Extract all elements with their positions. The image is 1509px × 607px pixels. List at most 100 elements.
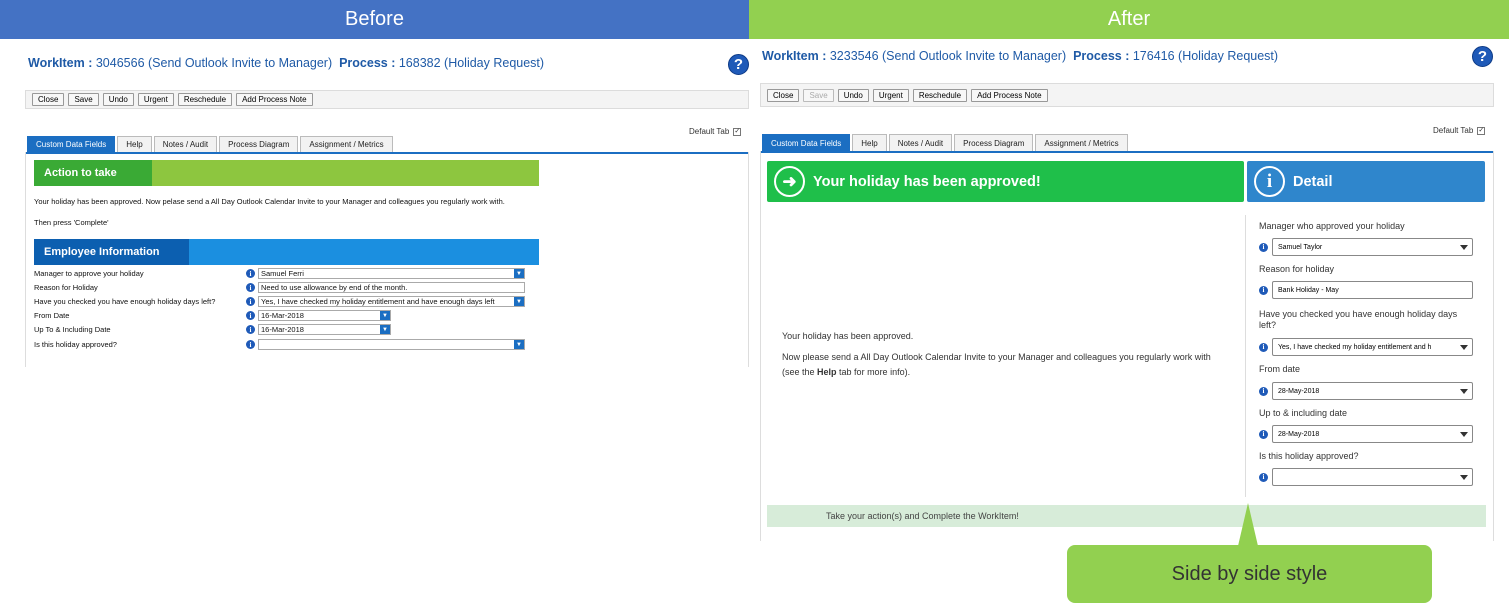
before-tab-notes-audit[interactable]: Notes / Audit (153, 136, 218, 152)
after-save-button[interactable]: Save (803, 88, 834, 102)
before-right-border (748, 152, 749, 367)
before-reason-input[interactable]: Need to use allowance by end of the mont… (258, 282, 525, 293)
after-manager-select[interactable]: Samuel Taylor (1272, 238, 1473, 256)
before-left-border (25, 152, 26, 367)
before-default-tab: Default Tab ✓ (689, 127, 742, 136)
chevron-down-icon (1460, 475, 1468, 480)
after-left-border (760, 151, 761, 541)
after-field-label: Manager who approved your holiday (1259, 221, 1405, 231)
callout-box: Side by side style (1067, 545, 1432, 603)
before-info-icon[interactable]: i (246, 297, 255, 306)
after-info-icon[interactable]: i (1259, 386, 1268, 396)
before-add-process-note-button[interactable]: Add Process Note (236, 93, 313, 106)
before-undo-button[interactable]: Undo (102, 93, 134, 106)
after-field-label: Is this holiday approved? (1259, 451, 1359, 461)
after-detail-heading: i Detail (1247, 161, 1485, 202)
callout-pointer (1238, 503, 1258, 546)
before-info-icon[interactable]: i (246, 325, 255, 334)
after-reschedule-button[interactable]: Reschedule (912, 88, 968, 102)
before-to-date-select[interactable]: 16-Mar-2018 ▼ (258, 324, 391, 335)
before-workitem-title: WorkItem : 3046566 (Send Outlook Invite … (28, 56, 545, 70)
before-action-text: Your holiday has been approved. Now pela… (34, 197, 505, 206)
after-checked-select[interactable]: Yes, I have checked my holiday entitleme… (1272, 338, 1473, 356)
after-urgent-button[interactable]: Urgent (872, 88, 909, 102)
after-footer-message: Take your action(s) and Complete the Wor… (767, 505, 1486, 527)
before-action-heading: Action to take (34, 160, 539, 186)
after-tab-custom-data-fields[interactable]: Custom Data Fields (762, 134, 851, 151)
after-tab-help[interactable]: Help (852, 134, 887, 151)
after-info-icon[interactable]: i (1259, 472, 1268, 482)
after-info-icon[interactable]: i (1259, 242, 1268, 252)
chevron-down-icon (1460, 432, 1468, 437)
before-from-date-select[interactable]: 16-Mar-2018 ▼ (258, 310, 391, 321)
chevron-down-icon (1460, 245, 1468, 250)
after-message-2: Now please send a All Day Outlook Calend… (782, 352, 1211, 377)
after-message-1: Your holiday has been approved. (782, 331, 914, 341)
chevron-down-icon: ▼ (514, 297, 524, 306)
after-field-row: i 28-May-2018 (1259, 382, 1473, 400)
after-info-icon[interactable]: i (1259, 285, 1268, 295)
before-info-icon[interactable]: i (246, 269, 255, 278)
after-help-icon[interactable]: ? (1472, 46, 1493, 67)
chevron-down-icon (1460, 389, 1468, 394)
after-field-label: Reason for holiday (1259, 264, 1335, 274)
after-field-row: i Samuel Taylor (1259, 238, 1473, 256)
before-tab-process-diagram[interactable]: Process Diagram (219, 136, 299, 152)
before-header: Before (0, 0, 749, 39)
after-from-date-select[interactable]: 28-May-2018 (1272, 382, 1473, 400)
chevron-down-icon: ▼ (380, 325, 390, 334)
before-urgent-button[interactable]: Urgent (137, 93, 174, 106)
after-close-button[interactable]: Close (767, 88, 800, 102)
after-info-icon[interactable]: i (1259, 342, 1268, 352)
after-field-row: i Yes, I have checked my holiday entitle… (1259, 338, 1473, 356)
before-field-row: Reason for Holiday i Need to use allowan… (34, 281, 534, 294)
arrow-right-icon: ➜ (774, 166, 805, 197)
after-field-label: Have you checked you have enough holiday… (1259, 309, 1458, 330)
before-checked-select[interactable]: Yes, I have checked my holiday entitleme… (258, 296, 525, 307)
after-to-date-select[interactable]: 28-May-2018 (1272, 425, 1473, 443)
before-info-icon[interactable]: i (246, 311, 255, 320)
after-column-divider (1245, 215, 1246, 497)
after-reason-input[interactable]: Bank Holiday - May (1272, 281, 1473, 299)
before-toolbar: Close Save Undo Urgent Reschedule Add Pr… (25, 90, 749, 109)
before-tab-help[interactable]: Help (117, 136, 152, 152)
after-field-row: i Bank Holiday - May (1259, 281, 1473, 299)
chevron-down-icon: ▼ (514, 340, 524, 349)
before-field-row: Manager to approve your holiday i Samuel… (34, 267, 534, 280)
before-default-tab-checkbox[interactable]: ✓ (733, 127, 742, 136)
before-reschedule-button[interactable]: Reschedule (177, 93, 233, 106)
before-save-button[interactable]: Save (68, 93, 99, 106)
after-tabs: Custom Data Fields Help Notes / Audit Pr… (762, 134, 1128, 151)
before-tab-custom-data-fields[interactable]: Custom Data Fields (27, 136, 116, 152)
before-field-row: Is this holiday approved? i ▼ (34, 338, 534, 351)
before-then-text: Then press 'Complete' (34, 218, 109, 227)
after-workitem-title: WorkItem : 3233546 (Send Outlook Invite … (762, 49, 1279, 63)
after-header: After (749, 0, 1509, 39)
after-field-label: Up to & including date (1259, 408, 1348, 418)
after-field-row: i 28-May-2018 (1259, 425, 1473, 443)
after-right-border (1493, 151, 1494, 541)
info-icon: i (1254, 166, 1285, 197)
before-tab-assignment-metrics[interactable]: Assignment / Metrics (300, 136, 393, 152)
before-tab-underline (25, 152, 749, 154)
before-employee-heading: Employee Information (34, 239, 539, 265)
after-undo-button[interactable]: Undo (837, 88, 869, 102)
before-close-button[interactable]: Close (32, 93, 65, 106)
after-info-icon[interactable]: i (1259, 429, 1268, 439)
before-info-icon[interactable]: i (246, 340, 255, 349)
before-info-icon[interactable]: i (246, 283, 255, 292)
after-default-tab: Default Tab ✓ (1433, 126, 1486, 135)
after-field-label: From date (1259, 364, 1301, 374)
before-field-row: Up To & Including Date i 16-Mar-2018 ▼ (34, 323, 534, 336)
after-approved-select[interactable] (1272, 468, 1473, 486)
after-add-process-note-button[interactable]: Add Process Note (971, 88, 1048, 102)
before-approved-select[interactable]: ▼ (258, 339, 525, 350)
after-approved-heading: ➜ Your holiday has been approved! (767, 161, 1244, 202)
after-tab-notes-audit[interactable]: Notes / Audit (888, 134, 953, 151)
before-field-row: From Date i 16-Mar-2018 ▼ (34, 309, 534, 322)
after-tab-process-diagram[interactable]: Process Diagram (954, 134, 1034, 151)
after-default-tab-checkbox[interactable]: ✓ (1477, 126, 1486, 135)
before-manager-select[interactable]: Samuel Ferri ▼ (258, 268, 525, 279)
before-help-icon[interactable]: ? (728, 54, 749, 75)
after-tab-assignment-metrics[interactable]: Assignment / Metrics (1035, 134, 1128, 151)
